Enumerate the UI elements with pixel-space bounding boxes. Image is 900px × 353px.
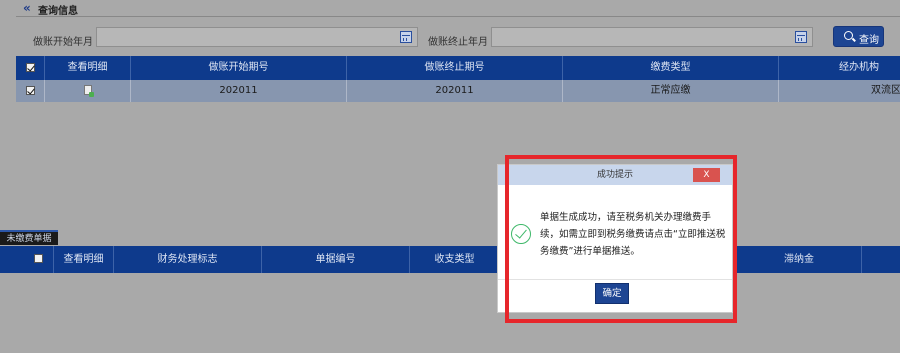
end-month-input[interactable] xyxy=(491,27,813,47)
section-header: « 查询信息 xyxy=(0,0,900,17)
col-header: 查看明细 xyxy=(45,56,131,80)
start-period-cell: 202011 xyxy=(131,80,347,102)
col-header: 财务处理标志 xyxy=(114,246,262,273)
select-all-cell xyxy=(16,56,45,80)
select-all-cell xyxy=(25,246,54,273)
dialog-message: 单据生成成功，请至税务机关办理缴费手续，如需立即到税务缴费请点击“立即推送税务缴… xyxy=(540,212,726,257)
col-header: 做账终止期号 xyxy=(347,56,563,80)
close-button[interactable]: X xyxy=(693,168,720,182)
page-overlay xyxy=(0,0,900,353)
dialog-footer-divider xyxy=(498,279,732,280)
start-month-label: 做账开始年月 xyxy=(33,37,93,48)
col-header: 做账开始期号 xyxy=(131,56,347,80)
top-table-header: 查看明细 做账开始期号 做账终止期号 缴费类型 经办机构 xyxy=(16,56,900,80)
query-button[interactable]: 查询 xyxy=(833,26,884,47)
spacer-cell xyxy=(0,246,25,273)
bottom-table-header: 查看明细 财务处理标志 单据编号 收支类型 滞纳金 xyxy=(0,246,900,273)
col-header: 缴费类型 xyxy=(563,56,779,80)
agency-cell: 双流区 xyxy=(871,85,900,96)
search-icon xyxy=(844,31,853,40)
col-header: 滞纳金 xyxy=(737,246,862,273)
end-month-label: 做账终止年月 xyxy=(428,37,488,48)
tab-unpaid-docs[interactable]: 未缴费单据 xyxy=(0,230,58,245)
view-detail-cell xyxy=(45,80,131,102)
end-period-cell: 202011 xyxy=(347,80,563,102)
header-divider xyxy=(16,16,900,17)
success-check-icon xyxy=(511,224,531,244)
collapse-chevron-icon[interactable]: « xyxy=(23,1,31,15)
row-checkbox[interactable] xyxy=(26,86,35,95)
col-header: 查看明细 xyxy=(54,246,114,273)
select-all-checkbox[interactable] xyxy=(26,63,35,72)
row-select-cell xyxy=(16,80,45,102)
section-title: 查询信息 xyxy=(38,6,78,17)
select-all-checkbox[interactable] xyxy=(34,254,43,263)
start-month-input[interactable] xyxy=(96,27,418,47)
col-header: 收支类型 xyxy=(410,246,500,273)
col-header: 单据编号 xyxy=(262,246,410,273)
success-dialog: 成功提示 X 单据生成成功，请至税务机关办理缴费手续，如需立即到税务缴费请点击“… xyxy=(497,164,733,313)
calendar-icon[interactable] xyxy=(795,31,807,43)
calendar-icon[interactable] xyxy=(400,31,412,43)
confirm-button[interactable]: 确定 xyxy=(595,283,629,304)
table-row[interactable]: 202011 202011 正常应缴 双流区 xyxy=(16,80,900,102)
payment-type-cell: 正常应缴 xyxy=(563,80,779,102)
view-detail-icon[interactable] xyxy=(84,85,94,97)
col-header: 经办机构 xyxy=(839,62,879,73)
